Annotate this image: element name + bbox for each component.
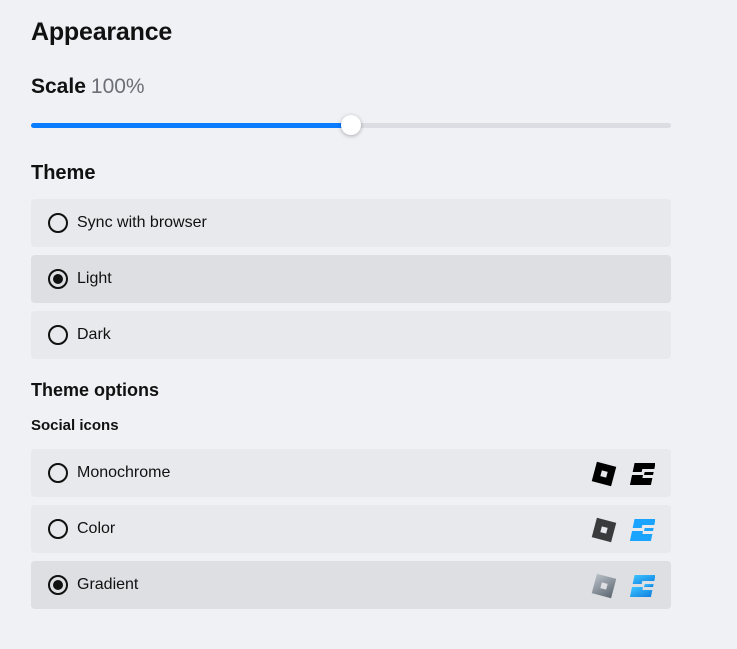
theme-options-heading: Theme options — [31, 380, 160, 400]
radio-color[interactable] — [48, 519, 68, 539]
radio-dark[interactable] — [48, 325, 68, 345]
theme-heading: Theme — [31, 162, 96, 184]
radio-gradient[interactable] — [48, 575, 68, 595]
social-option-color[interactable]: Color — [31, 505, 671, 553]
social-option-monochrome[interactable]: Monochrome — [31, 449, 671, 497]
scale-label: Scale 100% — [31, 75, 145, 99]
theme-option-dark[interactable]: Dark — [31, 311, 671, 359]
social-option-label: Monochrome — [77, 464, 171, 481]
slider-thumb[interactable] — [341, 115, 361, 135]
social-option-label: Color — [77, 520, 116, 537]
scale-name: Scale — [31, 75, 86, 98]
monochrome-icons — [583, 461, 655, 487]
roblox-logo-icon — [591, 573, 616, 599]
slider-fill — [31, 123, 351, 128]
scale-value: 100% — [90, 75, 145, 98]
studio-logo-icon — [629, 519, 655, 541]
theme-option-label: Sync with browser — [77, 214, 207, 231]
social-icons-heading: Social icons — [31, 417, 119, 434]
theme-option-sync[interactable]: Sync with browser — [31, 199, 671, 247]
radio-sync[interactable] — [48, 213, 68, 233]
gradient-icons — [583, 573, 655, 599]
social-option-gradient[interactable]: Gradient — [31, 561, 671, 609]
theme-option-light[interactable]: Light — [31, 255, 671, 303]
radio-light[interactable] — [48, 269, 68, 289]
color-icons — [583, 517, 655, 543]
appearance-title: Appearance — [31, 18, 173, 46]
roblox-logo-icon — [591, 461, 616, 487]
studio-logo-icon — [629, 575, 655, 597]
theme-option-label: Light — [77, 270, 112, 287]
social-option-label: Gradient — [77, 576, 139, 593]
roblox-logo-icon — [591, 517, 616, 543]
radio-monochrome[interactable] — [48, 463, 68, 483]
theme-option-label: Dark — [77, 326, 111, 343]
scale-slider[interactable] — [31, 114, 671, 136]
studio-logo-icon — [629, 463, 655, 485]
